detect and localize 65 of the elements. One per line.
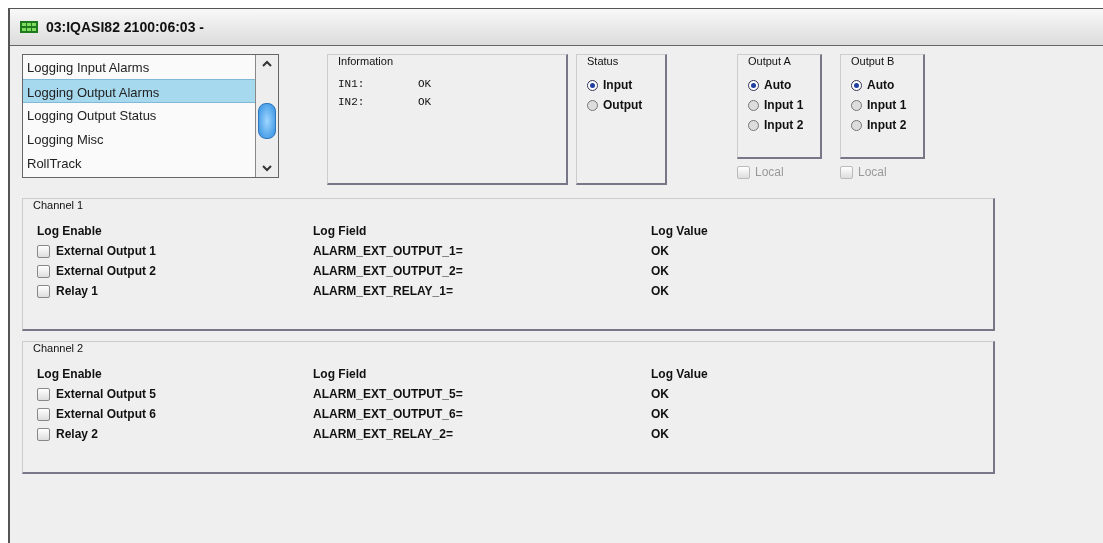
checkbox[interactable] (37, 387, 50, 401)
radio-button[interactable] (748, 99, 759, 111)
radio-button[interactable] (748, 119, 759, 131)
radio-button[interactable] (748, 79, 759, 91)
app-icon (20, 21, 38, 33)
group-title: Output B (849, 55, 897, 67)
list-item[interactable]: Logging Output Status (23, 103, 255, 127)
checkbox[interactable] (37, 264, 50, 278)
radio-label[interactable]: Input (603, 78, 633, 92)
log-field: ALARM_EXT_RELAY_2= (313, 427, 651, 441)
checkbox-label[interactable]: Relay 1 (56, 284, 99, 298)
checkbox-label[interactable]: External Output 2 (56, 264, 156, 278)
radio-button[interactable] (851, 79, 862, 91)
checkbox-label[interactable]: External Output 6 (56, 407, 156, 421)
column-header: Log Field (313, 367, 368, 381)
info-label: IN2: (338, 96, 366, 108)
group-title: Information (336, 55, 396, 67)
column-header: Log Enable (37, 367, 103, 381)
column-header: Log Field (313, 224, 368, 238)
log-field: ALARM_EXT_OUTPUT_6= (313, 407, 651, 421)
info-label: IN1: (338, 78, 366, 90)
checkbox-label[interactable]: External Output 1 (56, 244, 156, 258)
group-title: Channel 1 (31, 199, 86, 211)
scrollbar[interactable] (255, 55, 278, 177)
checkbox[interactable] (37, 407, 50, 421)
log-value: OK (651, 244, 670, 258)
list-item[interactable]: Logging Output Alarms (23, 79, 255, 103)
log-value: OK (651, 407, 670, 421)
radio-button[interactable] (587, 99, 598, 111)
radio-button[interactable] (851, 99, 862, 111)
info-value: OK (418, 96, 432, 108)
radio-label[interactable]: Input 1 (764, 98, 804, 112)
group-title: Output A (746, 55, 793, 67)
log-field: ALARM_EXT_OUTPUT_5= (313, 387, 651, 401)
list-item[interactable]: RollTrack (23, 151, 255, 175)
log-value: OK (651, 284, 670, 298)
list-item[interactable]: Logging Misc (23, 127, 255, 151)
log-value: OK (651, 427, 670, 441)
radio-label[interactable]: Input 2 (867, 118, 907, 132)
checkbox-label[interactable]: External Output 5 (56, 387, 156, 401)
group-title: Channel 2 (31, 342, 86, 354)
radio-button[interactable] (851, 119, 862, 131)
column-header: Log Value (651, 224, 709, 238)
checkbox-label[interactable]: Relay 2 (56, 427, 99, 441)
log-field: ALARM_EXT_RELAY_1= (313, 284, 651, 298)
log-value: OK (651, 387, 670, 401)
column-header: Log Enable (37, 224, 103, 238)
radio-label[interactable]: Input 1 (867, 98, 907, 112)
checkbox[interactable] (37, 244, 50, 258)
log-field: ALARM_EXT_OUTPUT_2= (313, 264, 651, 278)
window-title: 03:IQASI82 2100:06:03 - (46, 19, 204, 35)
group-title: Status (585, 55, 621, 67)
checkbox[interactable] (37, 284, 50, 298)
radio-label[interactable]: Input 2 (764, 118, 804, 132)
radio-button[interactable] (587, 79, 598, 91)
radio-label[interactable]: Auto (764, 78, 792, 92)
radio-label[interactable]: Output (603, 98, 643, 112)
scroll-thumb[interactable] (258, 103, 276, 139)
checkbox[interactable] (37, 427, 50, 441)
info-value: OK (418, 78, 432, 90)
column-header: Log Value (651, 367, 709, 381)
list-item[interactable]: Logging Input Alarms (23, 55, 255, 79)
log-value: OK (651, 264, 670, 278)
radio-label[interactable]: Auto (867, 78, 895, 92)
log-field: ALARM_EXT_OUTPUT_1= (313, 244, 651, 258)
